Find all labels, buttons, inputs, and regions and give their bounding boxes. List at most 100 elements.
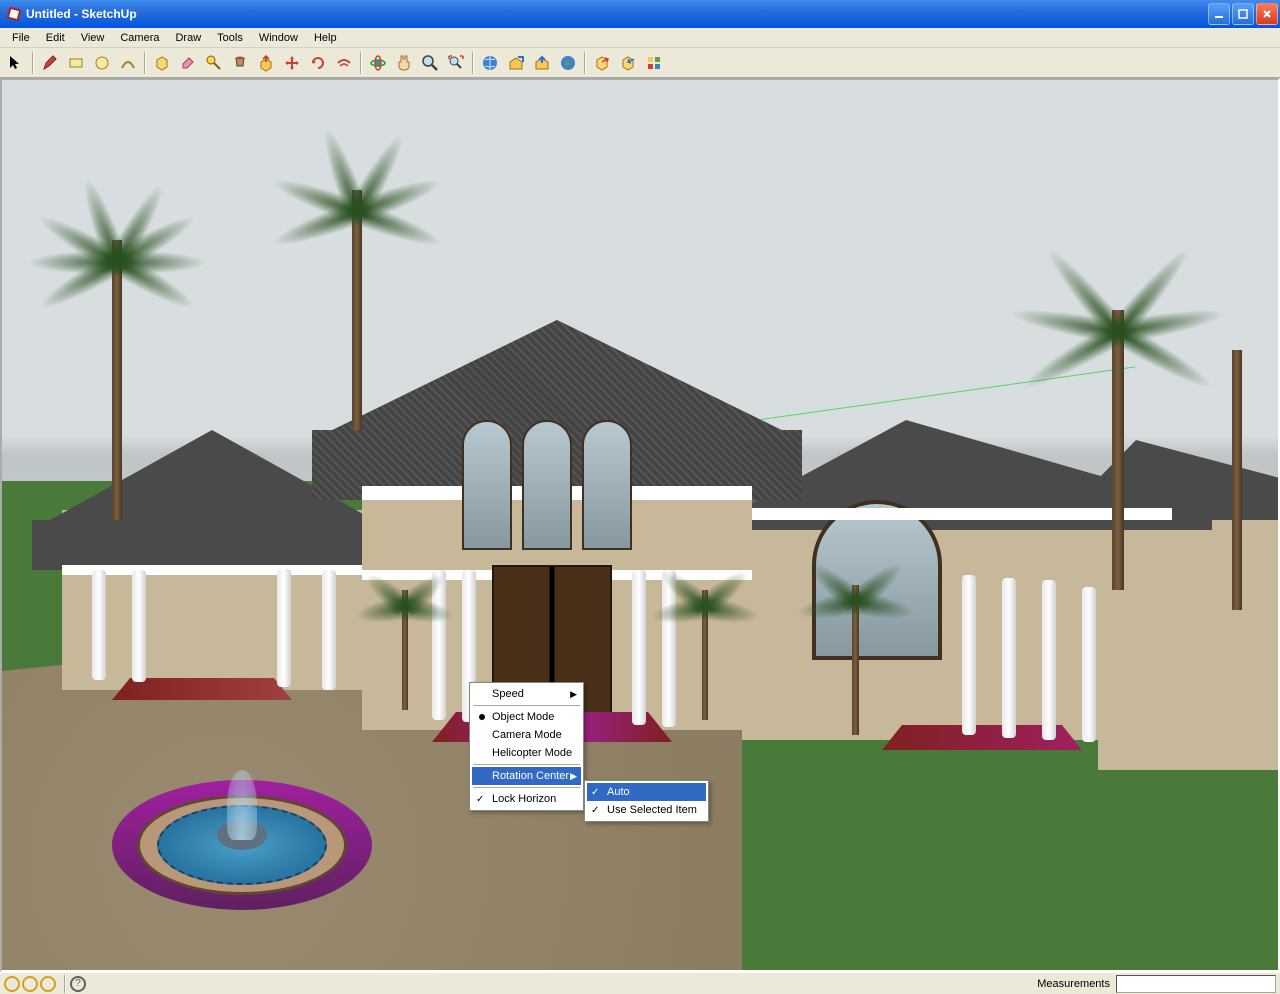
share-model-icon[interactable] [504,51,528,75]
zoom-extents-tool-icon[interactable] [444,51,468,75]
context-menu: Speed ▶ Object Mode Camera Mode Helicopte… [469,682,584,811]
arch-window [582,420,632,550]
submenu-arrow-icon: ▶ [570,689,577,700]
rectangle-tool-icon[interactable] [64,51,88,75]
ctx-separator [473,705,580,706]
circle-tool-icon[interactable] [90,51,114,75]
column [662,570,676,727]
settings-icon[interactable] [642,51,666,75]
status-geo-icon[interactable] [4,976,20,992]
component-tool-icon[interactable] [150,51,174,75]
house-right-wing [742,510,1172,740]
palm-trunk [112,240,122,520]
column [962,575,976,735]
ctx-item-label: Use Selected Item [607,804,697,816]
ctx-separator [473,764,580,765]
column [322,570,336,690]
maximize-button[interactable] [1232,3,1254,25]
column [92,570,106,680]
menu-file[interactable]: File [4,30,38,46]
column [632,570,646,725]
column [1002,578,1016,738]
fountain-spray [227,770,257,840]
arch-window [462,420,512,550]
ctx-separator [473,787,580,788]
offset-tool-icon[interactable] [332,51,356,75]
push-pull-tool-icon[interactable] [254,51,278,75]
toolbar [0,48,1280,78]
ctx-item-label: Object Mode [492,711,554,723]
ctx-item-label: Camera Mode [492,729,562,741]
check-icon: ✓ [476,794,484,805]
ctx-object-mode[interactable]: Object Mode [472,708,581,726]
column [1082,587,1096,742]
get-models-icon[interactable] [478,51,502,75]
ctx-rotation-center[interactable]: Rotation Center▶ [472,767,581,785]
column [132,570,146,682]
ctx-item-label: Speed [492,688,524,700]
export-icon[interactable] [590,51,614,75]
menu-edit[interactable]: Edit [38,30,73,46]
radio-dot-icon [479,714,485,720]
earth-icon[interactable] [556,51,580,75]
move-tool-icon[interactable] [280,51,304,75]
app-icon [6,6,22,22]
trim [62,565,362,575]
status-credits-icon[interactable] [22,976,38,992]
close-button[interactable] [1256,3,1278,25]
upload-model-icon[interactable] [530,51,554,75]
menu-tools[interactable]: Tools [209,30,251,46]
context-submenu: ✓ Auto ✓ Use Selected Item [584,780,709,822]
pencil-tool-icon[interactable] [38,51,62,75]
palm-trunk [702,590,708,720]
ctx-use-selected-item[interactable]: ✓ Use Selected Item [587,801,706,819]
rotate-tool-icon[interactable] [306,51,330,75]
measurements-label: Measurements [1031,978,1116,990]
ctx-auto[interactable]: ✓ Auto [587,783,706,801]
orbit-tool-icon[interactable] [366,51,390,75]
paint-bucket-tool-icon[interactable] [228,51,252,75]
ctx-camera-mode[interactable]: Camera Mode [472,726,581,744]
zoom-tool-icon[interactable] [418,51,442,75]
viewport-3d[interactable]: Speed ▶ Object Mode Camera Mode Helicopte… [0,78,1280,972]
menu-view[interactable]: View [73,30,113,46]
ctx-item-label: Lock Horizon [492,793,556,805]
submenu-arrow-icon: ▶ [570,771,577,782]
column [432,570,446,720]
ctx-item-label: Auto [607,786,630,798]
palm-trunk [852,585,859,735]
menu-bar: File Edit View Camera Draw Tools Window … [0,28,1280,48]
select-tool-icon[interactable] [4,51,28,75]
minimize-button[interactable] [1208,3,1230,25]
arc-tool-icon[interactable] [116,51,140,75]
palm-trunk [1232,350,1242,610]
palm-trunk [402,590,408,710]
status-user-icon[interactable] [40,976,56,992]
menu-camera[interactable]: Camera [112,30,167,46]
ctx-lock-horizon[interactable]: ✓ Lock Horizon [472,790,581,808]
arch-window [522,420,572,550]
title-bar: Untitled - SketchUp [0,0,1280,28]
palm-trunk [1112,310,1124,590]
check-icon: ✓ [591,805,599,816]
large-arch-window [812,500,942,660]
tape-measure-tool-icon[interactable] [202,51,226,75]
menu-help[interactable]: Help [306,30,345,46]
trim [742,508,1172,520]
ctx-helicopter-mode[interactable]: Helicopter Mode [472,744,581,762]
status-bar: ? Measurements [0,972,1280,994]
help-icon[interactable]: ? [70,976,86,992]
eraser-tool-icon[interactable] [176,51,200,75]
window-title: Untitled - SketchUp [26,7,1208,21]
check-icon: ✓ [591,787,599,798]
ctx-item-label: Rotation Center [492,770,569,782]
column [1042,580,1056,740]
import-icon[interactable] [616,51,640,75]
palm-trunk [352,190,362,430]
ctx-item-label: Helicopter Mode [492,747,572,759]
pan-tool-icon[interactable] [392,51,416,75]
menu-window[interactable]: Window [251,30,306,46]
menu-draw[interactable]: Draw [167,30,209,46]
measurements-input[interactable] [1116,975,1276,993]
ctx-speed[interactable]: Speed ▶ [472,685,581,703]
